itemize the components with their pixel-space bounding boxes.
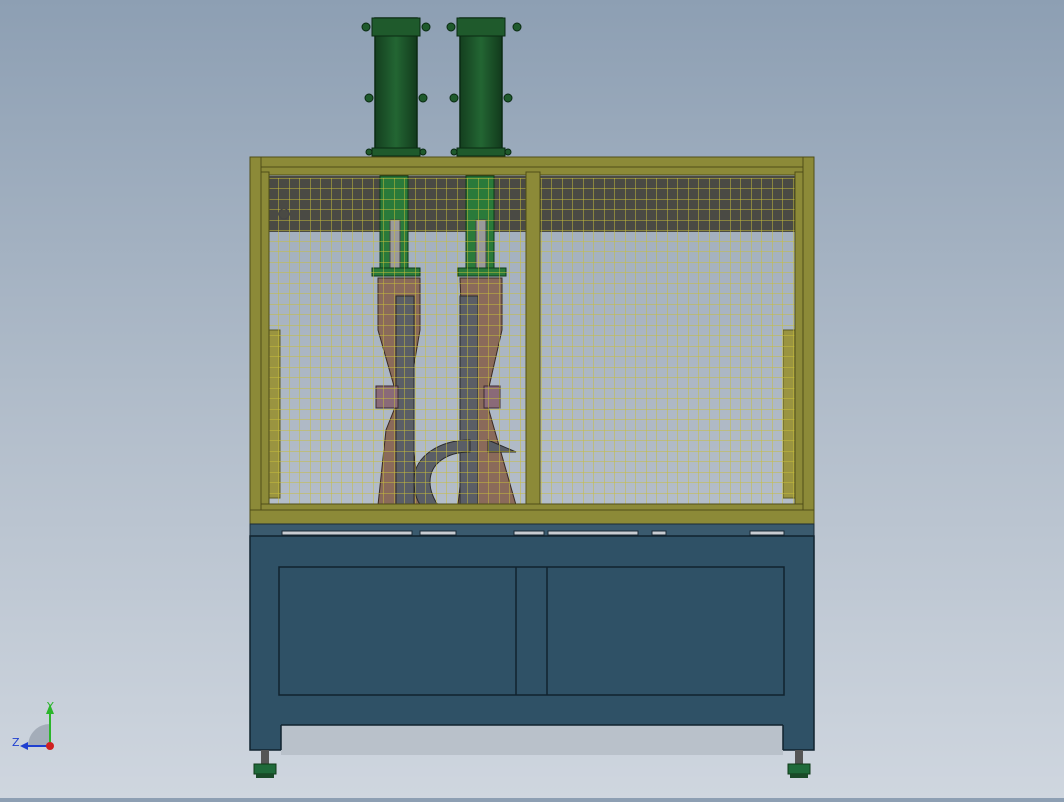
triad-z-label: Z bbox=[12, 736, 20, 749]
cabinet-base bbox=[249, 535, 815, 755]
x-axis-dot-icon bbox=[46, 742, 54, 750]
left-foot bbox=[253, 750, 277, 778]
triad-base-icon bbox=[28, 724, 50, 746]
triad-y-label: Y bbox=[46, 700, 54, 713]
left-mesh-panel bbox=[268, 178, 526, 504]
right-mesh-panel bbox=[540, 178, 796, 504]
orientation-triad[interactable]: Y Z bbox=[12, 700, 54, 750]
z-axis-arrow-icon bbox=[20, 742, 28, 750]
right-foot bbox=[787, 750, 811, 778]
right-cylinder bbox=[446, 17, 522, 157]
cad-viewport[interactable]: Y Z bbox=[0, 0, 1064, 798]
left-cylinder bbox=[361, 17, 431, 157]
machine-drawing: Y Z bbox=[12, 17, 815, 778]
